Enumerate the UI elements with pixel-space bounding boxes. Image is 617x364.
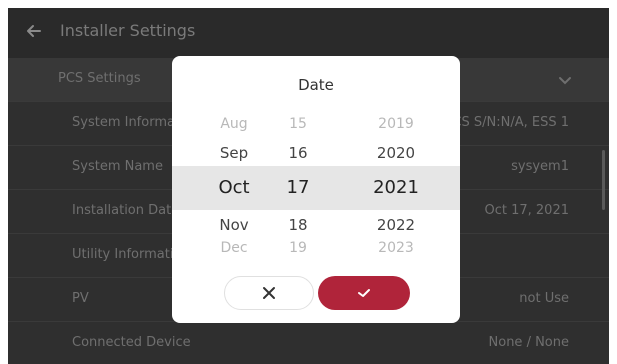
- dialog-title: Date: [298, 76, 334, 94]
- day-option-selected[interactable]: 17: [270, 177, 326, 198]
- modal-overlay: Date Aug Sep Oct Nov Dec 15 16 17 18 19 …: [0, 0, 617, 364]
- year-option[interactable]: 2023: [360, 240, 432, 256]
- day-option[interactable]: 19: [270, 240, 326, 256]
- year-option[interactable]: 2020: [360, 144, 432, 162]
- year-option-selected[interactable]: 2021: [360, 177, 432, 198]
- day-option[interactable]: 15: [270, 116, 326, 132]
- date-picker: Aug Sep Oct Nov Dec 15 16 17 18 19 2019 …: [172, 108, 460, 268]
- month-option[interactable]: Sep: [200, 144, 268, 162]
- month-option[interactable]: Aug: [200, 116, 268, 132]
- cancel-button[interactable]: [224, 276, 314, 310]
- month-option-selected[interactable]: Oct: [200, 177, 268, 198]
- day-option[interactable]: 16: [270, 144, 326, 162]
- date-picker-dialog: Date Aug Sep Oct Nov Dec 15 16 17 18 19 …: [172, 56, 460, 323]
- check-icon: [358, 289, 370, 297]
- month-option[interactable]: Nov: [200, 216, 268, 234]
- year-wheel[interactable]: 2019 2020 2021 2022 2023: [360, 108, 432, 268]
- day-wheel[interactable]: 15 16 17 18 19: [270, 108, 326, 268]
- month-option[interactable]: Dec: [200, 240, 268, 256]
- day-option[interactable]: 18: [270, 216, 326, 234]
- year-option[interactable]: 2022: [360, 216, 432, 234]
- year-option[interactable]: 2019: [360, 116, 432, 132]
- close-icon: [263, 287, 275, 299]
- month-wheel[interactable]: Aug Sep Oct Nov Dec: [200, 108, 268, 268]
- confirm-button[interactable]: [318, 276, 410, 310]
